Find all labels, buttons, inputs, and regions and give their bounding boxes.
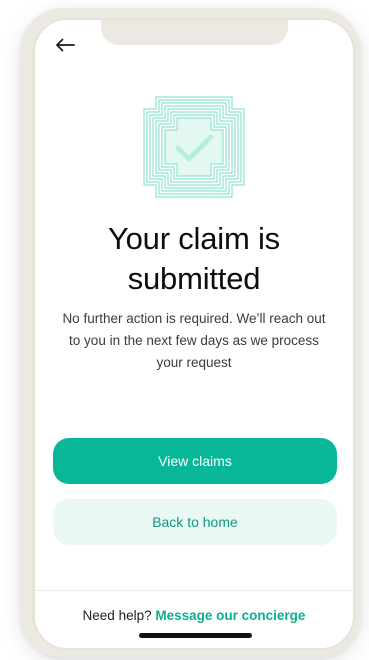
device-notch [101,20,288,45]
back-to-home-button[interactable]: Back to home [53,499,337,545]
back-button[interactable] [51,34,79,56]
home-indicator [139,633,252,638]
message-concierge-link[interactable]: Message our concierge [155,608,305,623]
check-badge-icon [143,96,245,198]
help-label: Need help? [82,608,152,623]
claim-submitted-screen: Your claim is submitted No further actio… [35,20,353,648]
arrow-left-icon [56,38,75,52]
confirmation-description: No further action is required. We’ll rea… [62,311,326,370]
view-claims-button[interactable]: View claims [53,438,337,484]
footer-divider [35,590,353,591]
help-row: Need help? Message our concierge [35,607,353,625]
app-screenshot: Your claim is submitted No further actio… [0,0,369,660]
page-title: Your claim is submitted [108,221,280,296]
